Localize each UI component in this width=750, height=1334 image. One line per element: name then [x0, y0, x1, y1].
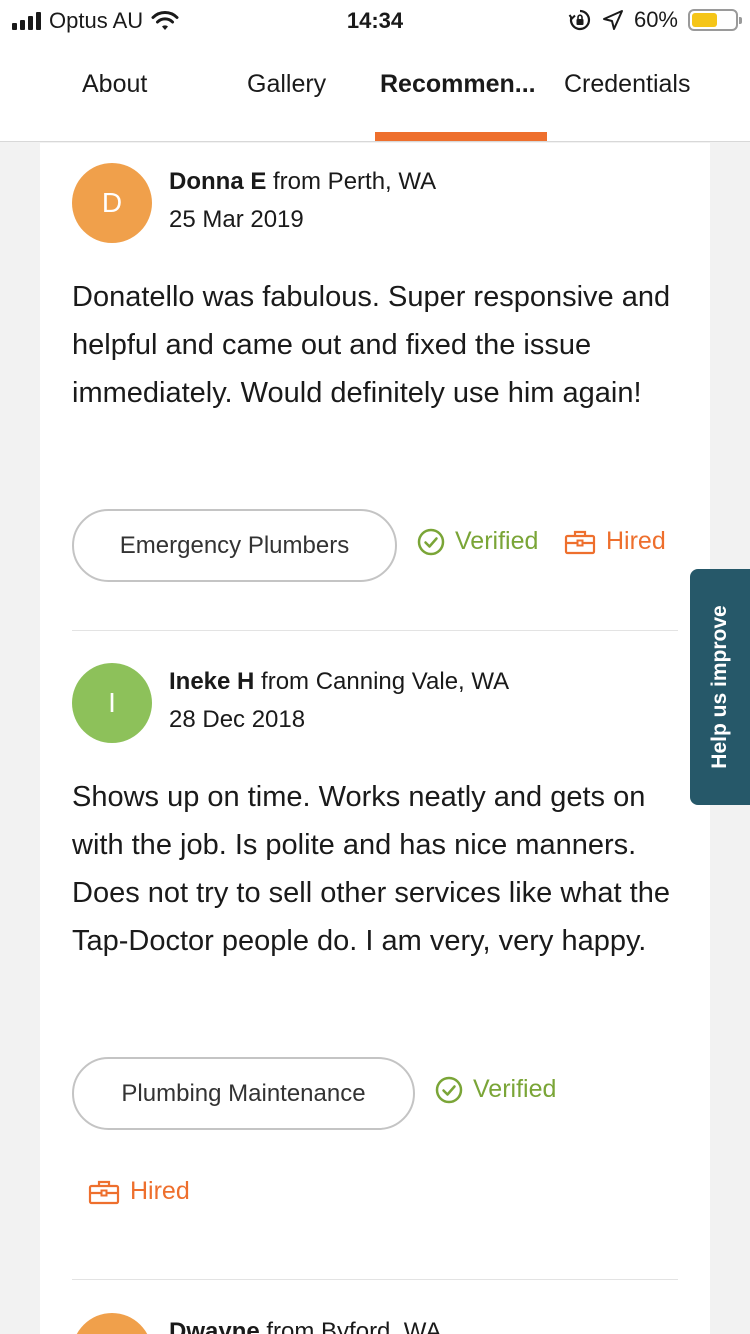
feedback-tab[interactable]: Help us improve	[690, 569, 750, 805]
hired-badge: Hired	[88, 1177, 190, 1206]
briefcase-icon	[564, 530, 596, 554]
reviewer-location: from Canning Vale, WA	[261, 668, 510, 695]
briefcase-icon	[88, 1180, 120, 1204]
avatar	[72, 1313, 152, 1334]
verified-badge: Verified	[417, 527, 538, 556]
check-circle-icon	[417, 528, 445, 555]
tab-credentials[interactable]: Credentials	[564, 70, 690, 99]
avatar: I	[72, 663, 152, 743]
review-date: 28 Dec 2018	[169, 706, 306, 733]
location-icon	[602, 10, 623, 30]
hired-badge: Hired	[564, 527, 666, 556]
reviewer-name: Dwayne	[169, 1318, 260, 1334]
check-circle-icon	[435, 1076, 463, 1103]
tab-about[interactable]: About	[82, 70, 147, 99]
category-pill[interactable]: Emergency Plumbers	[72, 509, 397, 582]
orientation-lock-icon	[568, 9, 591, 31]
reviewer-location: from Byford, WA	[266, 1318, 442, 1334]
divider	[72, 630, 678, 631]
tab-recommendations[interactable]: Recommen...	[380, 70, 536, 99]
reviewer-location: from Perth, WA	[273, 168, 437, 195]
verified-badge: Verified	[435, 1075, 556, 1104]
reviewer-name: Donna E	[169, 168, 267, 195]
review-text: Shows up on time. Works neatly and gets …	[72, 781, 670, 957]
reviewer-name: Ineke H	[169, 668, 255, 695]
review-text: Donatello was fabulous. Super responsive…	[72, 281, 671, 409]
hired-label: Hired	[130, 1177, 190, 1205]
tab-gallery[interactable]: Gallery	[247, 70, 326, 99]
review-date: 25 Mar 2019	[169, 206, 304, 233]
category-pill[interactable]: Plumbing Maintenance	[72, 1057, 415, 1130]
feedback-tab-label: Help us improve	[708, 605, 731, 769]
reviews-card: D Donna E from Perth, WA 25 Mar 2019 Don…	[40, 143, 710, 1334]
hired-label: Hired	[606, 527, 666, 555]
divider	[72, 1279, 678, 1280]
verified-label: Verified	[473, 1075, 557, 1103]
tab-bar: About Gallery Recommen... Credentials	[0, 40, 750, 142]
active-tab-indicator	[375, 132, 547, 141]
status-bar: Optus AU 14:34 60%	[0, 0, 750, 40]
avatar: D	[72, 163, 152, 243]
battery-percent: 60%	[633, 7, 678, 32]
verified-label: Verified	[455, 527, 539, 555]
battery-icon	[688, 9, 742, 31]
